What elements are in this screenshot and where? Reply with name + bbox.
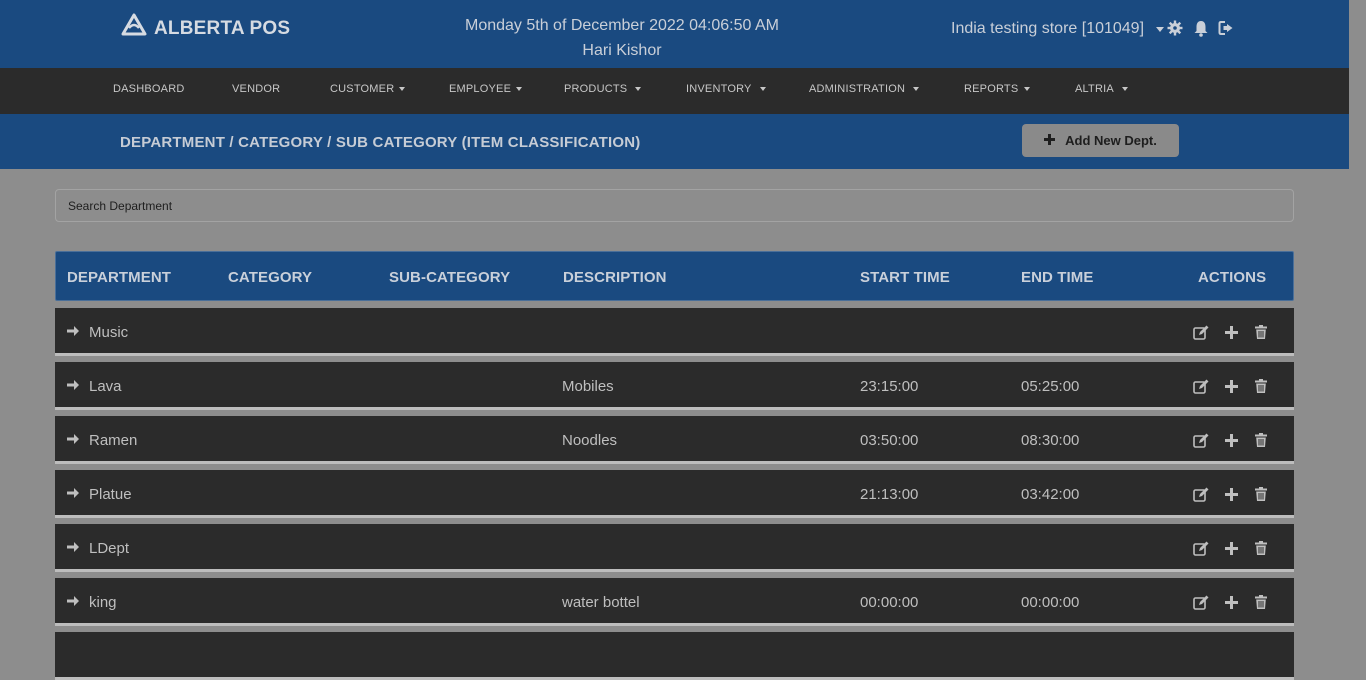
column-header-description[interactable]: DESCRIPTION: [563, 269, 667, 286]
column-header-end-time[interactable]: END TIME: [1021, 269, 1093, 286]
current-user: Hari Kishor: [582, 42, 662, 59]
edit-icon[interactable]: [1193, 594, 1209, 610]
edit-icon[interactable]: [1193, 486, 1209, 502]
cell-department: LDept: [89, 540, 130, 557]
cell-end-time: 00:00:00: [1021, 594, 1080, 611]
caret-down-icon: [399, 87, 406, 91]
plus-icon[interactable]: [1223, 432, 1239, 448]
cell-start-time: 00:00:00: [860, 594, 919, 611]
arrow-right-icon[interactable]: [66, 378, 80, 392]
caret-down-icon: [913, 87, 920, 91]
add-new-dept-label: Add New Dept.: [1065, 133, 1157, 148]
cell-start-time: 21:13:00: [860, 486, 919, 503]
bell-icon[interactable]: [1192, 18, 1210, 38]
column-header-start-time[interactable]: START TIME: [860, 269, 950, 286]
table-header: DEPARTMENT CATEGORY SUB-CATEGORY DESCRIP…: [55, 251, 1294, 301]
trash-icon[interactable]: [1253, 324, 1269, 340]
trash-icon[interactable]: [1253, 540, 1269, 556]
cell-start-time: 03:50:00: [860, 432, 919, 449]
plus-icon[interactable]: [1223, 594, 1239, 610]
edit-icon[interactable]: [1193, 540, 1209, 556]
plus-icon: [1044, 133, 1056, 148]
store-selector[interactable]: India testing store [101049]: [951, 20, 1165, 38]
cell-end-time: 03:42:00: [1021, 486, 1080, 503]
edit-icon[interactable]: [1193, 432, 1209, 448]
nav-dashboard[interactable]: DASHBOARD: [113, 83, 184, 95]
cell-department: Music: [89, 324, 129, 341]
nav-vendor[interactable]: VENDOR: [232, 83, 280, 95]
arrow-right-icon[interactable]: [66, 432, 80, 446]
table-row[interactable]: Platue 21:13:00 03:42:00: [55, 470, 1294, 518]
nav-altria[interactable]: ALTRIA: [1075, 83, 1128, 95]
column-header-department[interactable]: DEPARTMENT: [67, 269, 171, 286]
caret-down-icon: [1121, 87, 1128, 91]
sign-out-icon[interactable]: [1218, 18, 1236, 38]
nav-inventory[interactable]: INVENTORY: [686, 83, 766, 95]
column-header-category[interactable]: CATEGORY: [228, 269, 312, 286]
table-row[interactable]: Lava Mobiles 23:15:00 05:25:00: [55, 362, 1294, 410]
datetime-user-block: Monday 5th of December 2022 04:06:50 AM …: [420, 13, 824, 63]
nav-administration[interactable]: ADMINISTRATION: [809, 83, 920, 95]
arrow-right-icon[interactable]: [66, 324, 80, 338]
plus-icon[interactable]: [1223, 540, 1239, 556]
brand-name: ALBERTA POS: [154, 17, 291, 39]
plus-icon[interactable]: [1223, 486, 1239, 502]
search-department-input[interactable]: [55, 189, 1294, 222]
cell-description: Mobiles: [562, 378, 614, 395]
nav-products[interactable]: PRODUCTS: [564, 83, 642, 95]
alberta-logo-icon: [120, 12, 148, 45]
page-header: DEPARTMENT / CATEGORY / SUB CATEGORY (IT…: [0, 114, 1349, 169]
trash-icon[interactable]: [1253, 432, 1269, 448]
caret-down-icon: [1024, 87, 1031, 91]
trash-icon[interactable]: [1253, 378, 1269, 394]
main-nav: DASHBOARD VENDOR CUSTOMER EMPLOYEE PRODU…: [0, 68, 1349, 114]
add-new-dept-button[interactable]: Add New Dept.: [1022, 124, 1179, 157]
caret-down-icon: [759, 87, 766, 91]
edit-icon[interactable]: [1193, 378, 1209, 394]
cell-department: Ramen: [89, 432, 138, 449]
arrow-right-icon[interactable]: [66, 540, 80, 554]
edit-icon[interactable]: [1193, 324, 1209, 340]
cell-start-time: 23:15:00: [860, 378, 919, 395]
store-name: India testing store [101049]: [951, 20, 1145, 37]
table-row[interactable]: Ramen Noodles 03:50:00 08:30:00: [55, 416, 1294, 464]
nav-employee[interactable]: EMPLOYEE: [449, 83, 523, 95]
brand-logo[interactable]: ALBERTA POS: [120, 12, 290, 45]
table-row[interactable]: king water bottel 00:00:00 00:00:00: [55, 578, 1294, 626]
column-header-sub-category[interactable]: SUB-CATEGORY: [389, 269, 510, 286]
column-header-actions: ACTIONS: [1198, 269, 1267, 286]
app-header: ALBERTA POS Monday 5th of December 2022 …: [0, 0, 1349, 68]
table-row[interactable]: [55, 632, 1294, 680]
cell-end-time: 08:30:00: [1021, 432, 1080, 449]
table-row[interactable]: Music: [55, 308, 1294, 356]
plus-icon[interactable]: [1223, 324, 1239, 340]
cell-description: water bottel: [562, 594, 640, 611]
arrow-right-icon[interactable]: [66, 594, 80, 608]
cell-department: Lava: [89, 378, 122, 395]
arrow-right-icon[interactable]: [66, 486, 80, 500]
caret-down-icon: [516, 87, 523, 91]
nav-customer[interactable]: CUSTOMER: [330, 83, 406, 95]
cell-end-time: 05:25:00: [1021, 378, 1080, 395]
gear-icon[interactable]: [1166, 18, 1184, 38]
trash-icon[interactable]: [1253, 486, 1269, 502]
table-row[interactable]: LDept: [55, 524, 1294, 572]
current-datetime: Monday 5th of December 2022 04:06:50 AM: [465, 17, 779, 34]
page-title: DEPARTMENT / CATEGORY / SUB CATEGORY (IT…: [120, 134, 641, 151]
caret-down-icon: [635, 87, 642, 91]
nav-reports[interactable]: REPORTS: [964, 83, 1031, 95]
cell-department: Platue: [89, 486, 132, 503]
chevron-down-icon: [1156, 26, 1165, 32]
plus-icon[interactable]: [1223, 378, 1239, 394]
cell-department: king: [89, 594, 117, 611]
cell-description: Noodles: [562, 432, 618, 449]
trash-icon[interactable]: [1253, 594, 1269, 610]
